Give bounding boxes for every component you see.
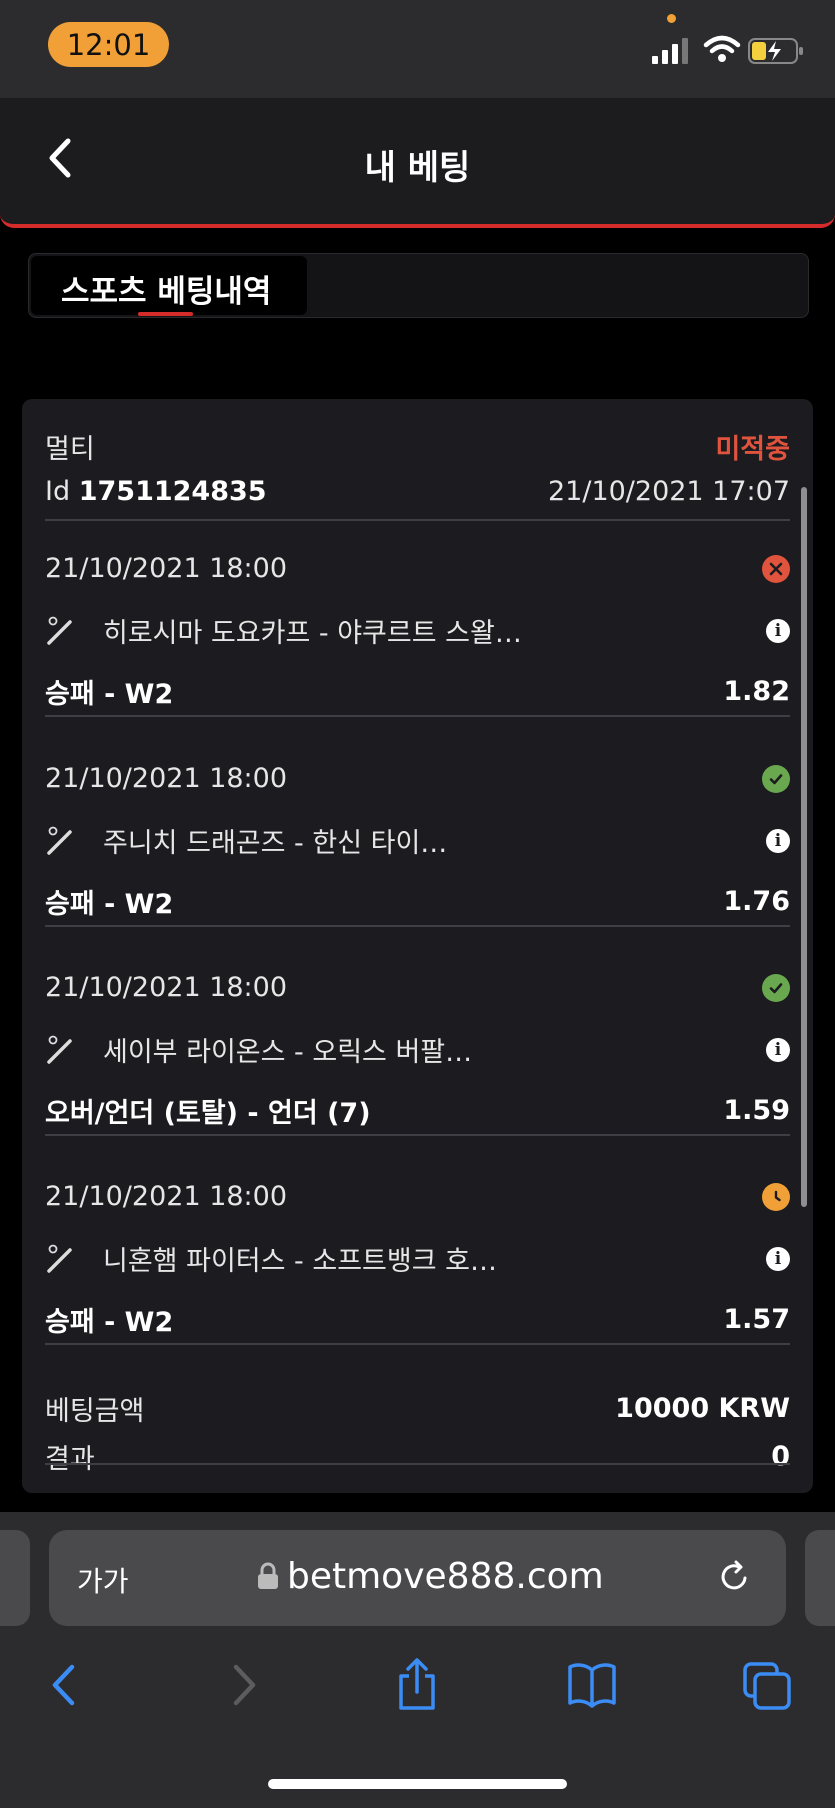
won-icon <box>762 973 790 1002</box>
tab-active-indicator <box>138 312 193 316</box>
status-bar: 12:01 <box>0 0 835 98</box>
share-icon[interactable] <box>392 1658 442 1712</box>
info-icon[interactable]: i <box>766 1037 790 1062</box>
bet-status-badge: 미적중 <box>715 434 790 465</box>
selection-odds: 1.76 <box>723 886 790 917</box>
bet-id-label: Id <box>45 476 71 507</box>
page-title: 내 베팅 <box>364 148 471 188</box>
text-size-button[interactable]: 가가 <box>77 1560 129 1600</box>
pending-icon <box>762 1182 790 1211</box>
selection-market: 승패 - W2 <box>45 889 174 920</box>
selection-odds: 1.59 <box>723 1095 790 1126</box>
tab-bar: 스포츠 베팅내역 <box>28 253 809 318</box>
bet-id-value: 1751124835 <box>78 476 267 507</box>
selection-item: 21/10/2021 18:00 니혼햄 파이터스 - 소프트뱅크 호… i 승… <box>22 1147 813 1357</box>
result-value: 0 <box>771 1441 790 1472</box>
match-name: 히로시마 도요카프 - 야쿠르트 스왈… <box>103 618 522 649</box>
home-indicator <box>268 1779 567 1789</box>
address-bar[interactable]: 가가 betmove888.com <box>49 1530 786 1626</box>
selection-odds: 1.57 <box>723 1304 790 1335</box>
selection-datetime: 21/10/2021 18:00 <box>45 1181 288 1212</box>
stake-label: 베팅금액 <box>45 1396 145 1427</box>
selection-market: 승패 - W2 <box>45 1307 174 1338</box>
reload-icon[interactable] <box>715 1558 753 1596</box>
selection-datetime: 21/10/2021 18:00 <box>45 553 288 584</box>
tabs-icon[interactable] <box>742 1658 792 1712</box>
tab-sports-bet-history[interactable]: 스포츠 베팅내역 <box>31 256 307 316</box>
selection-market: 승패 - W2 <box>45 679 174 710</box>
status-time: 12:01 <box>48 22 169 67</box>
divider <box>45 925 790 927</box>
info-icon[interactable]: i <box>766 828 790 853</box>
tab-label: 스포츠 베팅내역 <box>61 274 272 310</box>
selection-item: 21/10/2021 18:00 히로시마 도요카프 - 야쿠르트 스왈… i … <box>22 519 813 729</box>
stake-value: 10000 KRW <box>615 1393 790 1424</box>
info-icon[interactable]: i <box>766 618 790 643</box>
match-name: 세이부 라이온스 - 오릭스 버팔… <box>103 1037 473 1068</box>
next-tab-pill[interactable] <box>805 1530 835 1626</box>
scrollbar[interactable] <box>801 487 807 1207</box>
baseball-icon <box>47 1035 72 1064</box>
divider <box>45 1134 790 1136</box>
selection-odds: 1.82 <box>723 676 790 707</box>
url-text: betmove888.com <box>287 1556 604 1597</box>
browser-forward-icon[interactable] <box>218 1658 268 1712</box>
selection-item: 21/10/2021 18:00 세이부 라이온스 - 오릭스 버팔… i 오버… <box>22 938 813 1148</box>
divider <box>45 1463 790 1465</box>
bookmarks-icon[interactable] <box>567 1658 617 1712</box>
cellular-signal-icon <box>652 38 688 64</box>
bet-placed-datetime: 21/10/2021 17:07 <box>547 476 790 507</box>
info-icon[interactable]: i <box>766 1246 790 1271</box>
match-name: 니혼햄 파이터스 - 소프트뱅크 호… <box>103 1246 497 1277</box>
app-header: 내 베팅 <box>0 98 835 228</box>
previous-tab-pill[interactable] <box>0 1530 30 1626</box>
selection-item: 21/10/2021 18:00 주니치 드래곤즈 - 한신 타이… i 승패 … <box>22 729 813 939</box>
baseball-icon <box>47 1244 72 1273</box>
result-label: 결과 <box>45 1444 95 1475</box>
divider <box>45 1343 790 1345</box>
browser-toolbar: 가가 betmove888.com <box>0 1512 835 1808</box>
divider <box>45 715 790 717</box>
bet-card: 멀티 미적중 Id 1751124835 21/10/2021 17:07 21… <box>22 399 813 1493</box>
lock-icon <box>258 1562 278 1589</box>
selection-market: 오버/언더 (토탈) - 언더 (7) <box>45 1098 371 1129</box>
bet-type: 멀티 <box>45 434 95 465</box>
lost-icon <box>762 554 790 583</box>
selection-datetime: 21/10/2021 18:00 <box>45 972 288 1003</box>
privacy-indicator-dot <box>667 14 676 23</box>
browser-back-icon[interactable] <box>40 1658 90 1712</box>
won-icon <box>762 764 790 793</box>
baseball-icon <box>47 826 72 855</box>
bet-id: Id 1751124835 <box>45 476 267 507</box>
wifi-icon <box>703 35 741 62</box>
baseball-icon <box>47 616 72 645</box>
selection-datetime: 21/10/2021 18:00 <box>45 763 288 794</box>
match-name: 주니치 드래곤즈 - 한신 타이… <box>103 828 448 859</box>
battery-charging-icon <box>748 38 803 64</box>
